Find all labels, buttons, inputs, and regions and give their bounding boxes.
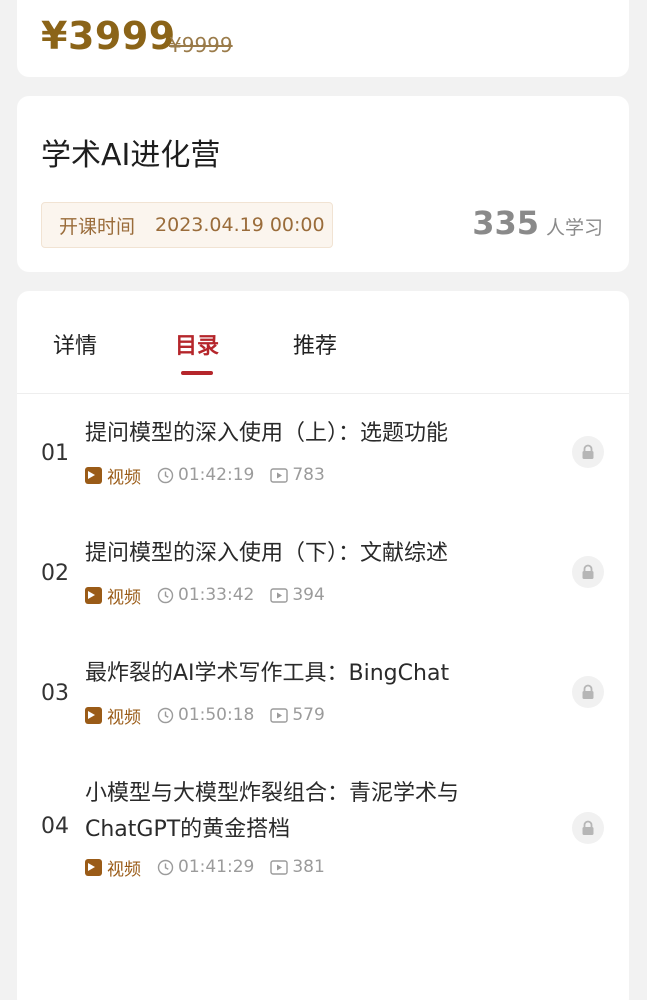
play-icon xyxy=(85,706,102,724)
views: 783 xyxy=(270,465,325,485)
lesson-index: 04 xyxy=(41,814,69,839)
play-icon xyxy=(85,586,102,604)
tab-catalog[interactable]: 目录 xyxy=(175,328,219,360)
tab-details[interactable]: 详情 xyxy=(53,328,97,360)
lock-icon[interactable] xyxy=(572,556,604,588)
duration-value: 01:41:29 xyxy=(178,857,255,877)
tab-bar: 详情 目录 推荐 xyxy=(17,291,629,394)
play-count-icon xyxy=(270,859,289,875)
video-tag-label: 视频 xyxy=(107,707,141,728)
play-count-icon xyxy=(270,467,289,483)
lesson-index: 01 xyxy=(41,441,69,466)
lesson-item-02[interactable]: 02 提问模型的深入使用（下）：文献综述 视频 01:33:42 394 xyxy=(17,536,629,626)
course-info-card: 学术AI进化营 开课时间 2023.04.19 00:00 335 人学习 xyxy=(17,96,629,272)
video-tag-label: 视频 xyxy=(107,859,141,880)
lock-icon[interactable] xyxy=(572,812,604,844)
lesson-index: 02 xyxy=(41,561,69,586)
video-tag: 视频 xyxy=(85,583,141,608)
video-tag: 视频 xyxy=(85,463,141,488)
clock-icon xyxy=(157,587,174,603)
play-count-icon xyxy=(270,587,289,603)
price-card: ¥3999 ¥9999 xyxy=(17,0,629,77)
duration-value: 01:33:42 xyxy=(178,585,255,605)
views-value: 381 xyxy=(292,857,325,877)
video-tag-label: 视频 xyxy=(107,587,141,608)
catalog-card: 详情 目录 推荐 01 提问模型的深入使用（上）：选题功能 视频 01:42:1… xyxy=(17,291,629,1000)
duration: 01:41:29 xyxy=(157,857,254,877)
lesson-title: 最炸裂的AI学术写作工具：BingChat xyxy=(85,661,450,686)
learner-count-unit: 人学习 xyxy=(545,217,603,239)
lesson-item-04[interactable]: 04 小模型与大模型炸裂组合：青泥学术与ChatGPT的黄金搭档 视频 01:4… xyxy=(17,776,629,886)
active-tab-indicator xyxy=(181,371,213,375)
duration-value: 01:42:19 xyxy=(178,465,255,485)
lock-icon[interactable] xyxy=(572,676,604,708)
lesson-item-03[interactable]: 03 最炸裂的AI学术写作工具：BingChat 视频 01:50:18 579 xyxy=(17,656,629,746)
tab-recommend[interactable]: 推荐 xyxy=(293,328,337,360)
play-icon xyxy=(85,858,102,876)
current-price: ¥3999 xyxy=(41,14,176,58)
duration: 01:42:19 xyxy=(157,465,254,485)
play-count-icon xyxy=(270,707,289,723)
video-tag: 视频 xyxy=(85,703,141,728)
learner-count-number: 335 xyxy=(472,204,539,242)
start-time-box: 开课时间 2023.04.19 00:00 xyxy=(41,202,333,248)
video-tag-label: 视频 xyxy=(107,467,141,488)
play-icon xyxy=(85,466,102,484)
lesson-title: 小模型与大模型炸裂组合：青泥学术与ChatGPT的黄金搭档 xyxy=(85,781,460,842)
lesson-index: 03 xyxy=(41,681,69,706)
views-value: 579 xyxy=(292,705,325,725)
start-time-label: 开课时间 xyxy=(59,215,136,238)
views: 381 xyxy=(270,857,325,877)
lesson-item-01[interactable]: 01 提问模型的深入使用（上）：选题功能 视频 01:42:19 783 xyxy=(17,416,629,506)
course-title: 学术AI进化营 xyxy=(41,138,221,173)
lesson-meta: 视频 01:41:29 381 xyxy=(85,855,325,880)
learner-count: 335 人学习 xyxy=(472,204,603,242)
video-tag: 视频 xyxy=(85,855,141,880)
duration: 01:50:18 xyxy=(157,705,254,725)
lesson-meta: 视频 01:42:19 783 xyxy=(85,463,325,488)
duration: 01:33:42 xyxy=(157,585,254,605)
views: 394 xyxy=(270,585,325,605)
views: 579 xyxy=(270,705,325,725)
lesson-meta: 视频 01:50:18 579 xyxy=(85,703,325,728)
lock-icon[interactable] xyxy=(572,436,604,468)
clock-icon xyxy=(157,467,174,483)
duration-value: 01:50:18 xyxy=(178,705,255,725)
original-price: ¥9999 xyxy=(169,33,233,57)
start-time-value: 2023.04.19 00:00 xyxy=(155,214,325,236)
clock-icon xyxy=(157,859,174,875)
lesson-title: 提问模型的深入使用（下）：文献综述 xyxy=(85,541,449,566)
clock-icon xyxy=(157,707,174,723)
views-value: 394 xyxy=(292,585,325,605)
views-value: 783 xyxy=(292,465,325,485)
lesson-meta: 视频 01:33:42 394 xyxy=(85,583,325,608)
lesson-title: 提问模型的深入使用（上）：选题功能 xyxy=(85,421,449,446)
